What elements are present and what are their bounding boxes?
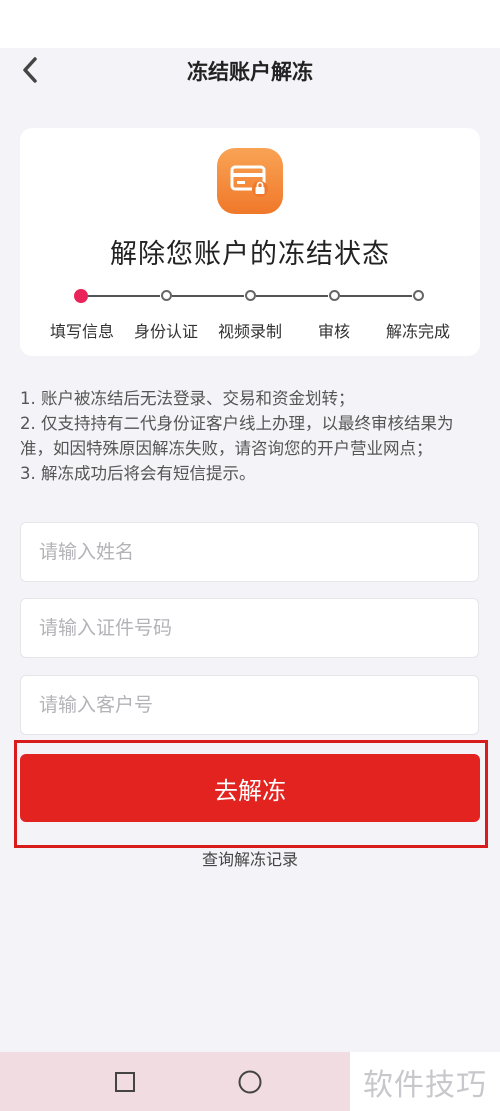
step-dot xyxy=(329,290,340,301)
step-label: 填写信息 xyxy=(49,322,115,341)
watermark: 软件技巧 xyxy=(350,1052,500,1111)
status-bar xyxy=(0,0,500,48)
page-header: 冻结账户解冻 xyxy=(0,48,500,92)
recents-button[interactable] xyxy=(111,1068,139,1096)
page-title: 冻结账户解冻 xyxy=(187,60,313,84)
step-label: 身份认证 xyxy=(133,322,199,341)
step-label: 审核 xyxy=(317,322,351,341)
circle-icon xyxy=(238,1070,262,1094)
step-label: 解冻完成 xyxy=(385,322,451,341)
id-number-field[interactable] xyxy=(20,598,479,658)
card-title: 解除您账户的冻结状态 xyxy=(110,239,390,270)
card-lock-icon xyxy=(217,148,283,214)
square-icon xyxy=(115,1072,135,1092)
instruction-item: 3. 解冻成功后将会有短信提示。 xyxy=(20,464,256,483)
name-input[interactable] xyxy=(21,523,478,581)
instructions: 1. 账户被冻结后无法登录、交易和资金划转； 2. 仅支持持有二代身份证客户线上… xyxy=(20,386,480,486)
step-connector xyxy=(88,295,160,297)
step-connector xyxy=(340,295,412,297)
id-number-input[interactable] xyxy=(21,599,478,657)
step-dot xyxy=(161,290,172,301)
customer-number-field[interactable] xyxy=(20,675,479,735)
step-label: 视频录制 xyxy=(217,322,283,341)
step-dot xyxy=(413,290,424,301)
instruction-item: 1. 账户被冻结后无法登录、交易和资金划转； xyxy=(20,389,355,408)
query-records-link[interactable]: 查询解冻记录 xyxy=(0,846,500,870)
name-field[interactable] xyxy=(20,522,479,582)
step-dot xyxy=(245,290,256,301)
step-dot-active xyxy=(74,289,88,303)
instruction-item: 2. 仅支持持有二代身份证客户线上办理，以最终审核结果为准，如因特殊原因解冻失败… xyxy=(20,414,454,458)
home-button[interactable] xyxy=(236,1068,264,1096)
highlight-annotation xyxy=(14,740,488,848)
step-connector xyxy=(256,295,328,297)
step-connector xyxy=(172,295,244,297)
customer-number-input[interactable] xyxy=(21,676,478,734)
